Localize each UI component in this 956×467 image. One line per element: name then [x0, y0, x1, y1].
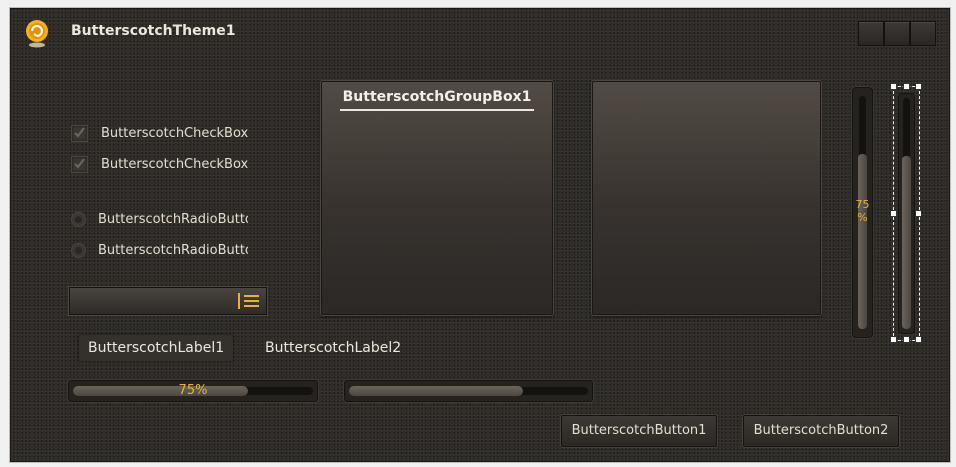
resize-handle[interactable] [890, 210, 897, 217]
radio-button-1[interactable]: ButterscotchRadioButto [71, 209, 248, 229]
minimize-button[interactable] [858, 21, 884, 46]
butterscotch-logo-icon [24, 19, 50, 49]
checkbox-box[interactable] [71, 124, 88, 142]
list-icon[interactable] [238, 293, 260, 309]
resize-handle[interactable] [915, 83, 922, 90]
label-2: ButterscotchLabel2 [265, 340, 402, 356]
checkmark-icon [74, 157, 85, 169]
label-1: ButterscotchLabel1 [79, 335, 234, 361]
groupbox-2 [592, 81, 821, 315]
progress-fill [349, 386, 523, 396]
groupbox-title: ButterscotchGroupBox1 [342, 89, 532, 105]
butterscotch-window: ButterscotchTheme1 ButterscotchCheckBox … [10, 8, 950, 462]
resize-handle[interactable] [915, 210, 922, 217]
groupbox-title-underline [340, 109, 534, 111]
progress-bar-2 [344, 380, 593, 402]
checkbox-1[interactable]: ButterscotchCheckBox [71, 123, 249, 143]
progress-text: 75 % [853, 198, 872, 224]
progress-bar-1: 75% [68, 380, 318, 402]
resize-handle[interactable] [890, 83, 897, 90]
maximize-button[interactable] [884, 21, 910, 46]
checkbox-2[interactable]: ButterscotchCheckBox [71, 154, 249, 174]
radio-circle[interactable] [71, 242, 86, 258]
close-button[interactable] [910, 21, 936, 46]
checkbox-label: ButterscotchCheckBox [101, 156, 249, 172]
groupbox-1: ButterscotchGroupBox1 [321, 81, 553, 315]
radio-circle[interactable] [71, 211, 86, 227]
checkmark-icon [74, 126, 85, 138]
vertical-progress-bar: 75 % [852, 87, 873, 338]
radio-button-2[interactable]: ButterscotchRadioButto [71, 240, 248, 260]
radio-label: ButterscotchRadioButto [98, 242, 248, 258]
window-title: ButterscotchTheme1 [71, 23, 236, 39]
trackbar-fill [902, 156, 911, 329]
progress-text-unit: % [857, 211, 868, 224]
progress-fill [858, 154, 867, 329]
trackbar-body[interactable] [898, 93, 915, 334]
progress-text: 75% [178, 383, 208, 398]
resize-handle[interactable] [903, 83, 910, 90]
vertical-trackbar[interactable] [890, 83, 922, 343]
combobox[interactable] [69, 287, 267, 315]
resize-handle[interactable] [890, 336, 897, 343]
resize-handle[interactable] [915, 336, 922, 343]
checkbox-label: ButterscotchCheckBox [101, 125, 249, 141]
butterscotch-button-2[interactable]: ButterscotchButton2 [743, 415, 899, 447]
radio-label: ButterscotchRadioButto [98, 211, 248, 227]
resize-handle[interactable] [903, 336, 910, 343]
checkbox-box[interactable] [71, 155, 88, 173]
progress-text-value: 75 [855, 198, 870, 211]
butterscotch-button-1[interactable]: ButterscotchButton1 [561, 415, 717, 447]
